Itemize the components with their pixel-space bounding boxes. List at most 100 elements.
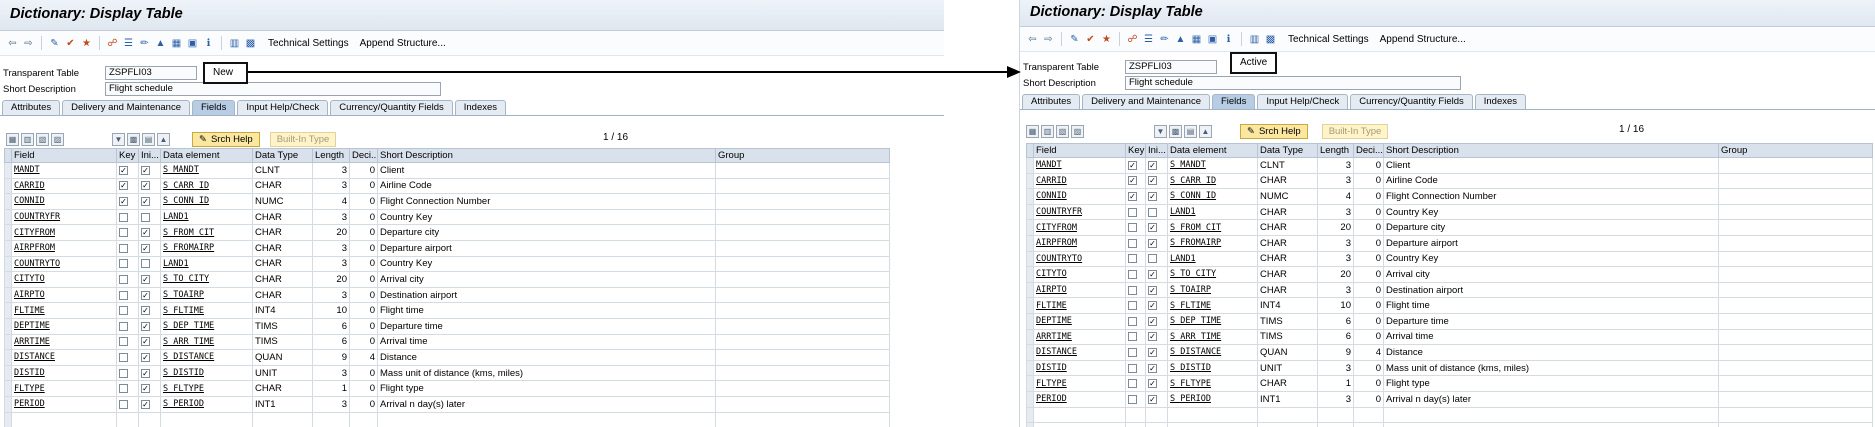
- table-row[interactable]: CONNID S_CONN_IDNUMC40Flight Connection N…: [1026, 188, 1873, 205]
- key-checkbox[interactable]: [119, 368, 128, 378]
- field-name-cell[interactable]: DISTANCE: [11, 349, 117, 366]
- table-row[interactable]: DEPTIME S_DEP_TIMETIMS60Departure time: [4, 317, 890, 335]
- insert-row-icon[interactable]: ▦: [6, 132, 19, 146]
- field-name-cell[interactable]: COUNTRYFR: [11, 208, 117, 226]
- row-selector[interactable]: [4, 302, 12, 319]
- initial-values-checkbox[interactable]: [141, 352, 150, 362]
- tab-input-help-check[interactable]: Input Help/Check: [237, 100, 329, 115]
- col-header-length[interactable]: Length: [1317, 143, 1354, 158]
- data-element-cell[interactable]: S_MANDT: [160, 162, 253, 179]
- window-icon[interactable]: ▣: [186, 37, 199, 50]
- hierarchy-icon[interactable]: ▲: [154, 37, 167, 50]
- row-selector[interactable]: [1026, 281, 1034, 299]
- row-selector[interactable]: [4, 177, 12, 195]
- row-selector[interactable]: [1026, 328, 1034, 346]
- copy-icon[interactable]: ▨: [51, 132, 64, 146]
- data-element-cell[interactable]: S_FROMAIRP: [1167, 234, 1258, 252]
- initial-values-checkbox[interactable]: [1148, 223, 1157, 233]
- table-row[interactable]: DEPTIME S_DEP_TIMETIMS60Departure time: [1026, 312, 1873, 330]
- initial-values-checkbox[interactable]: [141, 259, 150, 269]
- key-checkbox[interactable]: [119, 259, 128, 269]
- table-row[interactable]: CITYFROM S_FROM_CITCHAR200Departure city: [4, 224, 890, 241]
- empty-cell[interactable]: [252, 411, 313, 427]
- delete-row-icon[interactable]: ▥: [1041, 124, 1054, 138]
- data-element-cell[interactable]: S_DISTID: [160, 364, 253, 382]
- data-element-cell[interactable]: S_TO_CITY: [1167, 266, 1258, 283]
- key-checkbox[interactable]: [119, 228, 128, 238]
- initial-values-checkbox[interactable]: [141, 337, 150, 347]
- built-in-type-button[interactable]: Built-In Type: [1321, 123, 1389, 139]
- row-selector[interactable]: [4, 162, 12, 179]
- table-row[interactable]: PERIOD S_PERIODINT130Arrival n day(s) lat…: [4, 395, 890, 413]
- where-used-icon[interactable]: ☍: [1126, 33, 1139, 46]
- data-element-cell[interactable]: S_FLTIME: [1167, 297, 1258, 314]
- table-row[interactable]: AIRPTO S_TOAIRPCHAR30Destination airport: [4, 286, 890, 304]
- initial-values-checkbox[interactable]: [141, 290, 150, 300]
- row-selector[interactable]: [1026, 266, 1034, 283]
- empty-cell[interactable]: [1383, 406, 1719, 424]
- col-header-data-type[interactable]: Data Type: [252, 148, 313, 163]
- table-settings-icon[interactable]: ▤: [1184, 124, 1197, 138]
- field-name-cell[interactable]: PERIOD: [11, 395, 117, 413]
- where-used-icon[interactable]: ☍: [106, 37, 119, 50]
- key-checkbox[interactable]: [119, 306, 128, 316]
- key-checkbox[interactable]: [1128, 316, 1137, 326]
- field-name-cell[interactable]: PERIOD: [1033, 390, 1126, 408]
- table-row[interactable]: AIRPFROM S_FROMAIRPCHAR30Departure airpor…: [1026, 234, 1873, 252]
- row-selector[interactable]: [4, 349, 12, 366]
- table-row[interactable]: DISTANCE S_DISTANCEQUAN94Distance: [1026, 344, 1873, 361]
- tab-delivery-maintenance[interactable]: Delivery and Maintenance: [62, 100, 190, 115]
- field-name-cell[interactable]: AIRPFROM: [11, 239, 117, 257]
- srch-help-button[interactable]: ✎ Srch Help: [192, 131, 260, 147]
- key-checkbox[interactable]: [119, 274, 128, 284]
- field-name-cell[interactable]: AIRPTO: [11, 286, 117, 304]
- field-name-cell[interactable]: AIRPFROM: [1033, 234, 1126, 252]
- insert-row-icon[interactable]: ▦: [1026, 124, 1039, 138]
- table-row[interactable]: CARRID S_CARR_IDCHAR30Airline Code: [1026, 172, 1873, 190]
- activate-icon[interactable]: ★: [80, 37, 93, 50]
- data-element-cell[interactable]: S_DISTANCE: [1167, 344, 1258, 361]
- edit-icon[interactable]: ✏: [138, 37, 151, 50]
- details-icon[interactable]: ▩: [127, 132, 140, 146]
- table-row[interactable]: COUNTRYFR LAND1 CHAR 3 0 Country Key: [4, 208, 890, 226]
- tab-delivery-maintenance[interactable]: Delivery and Maintenance: [1082, 94, 1210, 109]
- col-header-short-description[interactable]: Short Description: [1383, 143, 1719, 158]
- field-name-cell[interactable]: COUNTRYTO: [1033, 250, 1126, 268]
- empty-cell[interactable]: [1718, 422, 1873, 427]
- col-header-initial[interactable]: Ini...: [1145, 143, 1168, 158]
- select-all-cell[interactable]: [4, 148, 12, 163]
- table-icon[interactable]: ▩: [244, 37, 257, 50]
- col-header-field[interactable]: Field: [1033, 143, 1126, 158]
- key-checkbox[interactable]: [119, 165, 128, 175]
- field-name-cell[interactable]: DEPTIME: [11, 317, 117, 335]
- data-element-cell[interactable]: S_FLTYPE: [160, 380, 253, 397]
- data-element-cell[interactable]: LAND1: [1167, 203, 1258, 221]
- row-selector[interactable]: [1026, 203, 1034, 221]
- key-checkbox[interactable]: [119, 321, 128, 331]
- key-checkbox[interactable]: [1128, 160, 1137, 170]
- row-selector[interactable]: [1026, 344, 1034, 361]
- initial-values-checkbox[interactable]: [141, 181, 150, 191]
- data-element-cell[interactable]: S_DISTID: [1167, 359, 1258, 377]
- forward-arrow-icon[interactable]: ⇨: [22, 37, 35, 50]
- table-row[interactable]: CITYTO S_TO_CITYCHAR200Arrival city: [4, 271, 890, 288]
- row-selector[interactable]: [4, 193, 12, 210]
- table-row[interactable]: FLTYPE S_FLTYPECHAR10Flight type: [4, 380, 890, 397]
- empty-table-row[interactable]: [4, 411, 890, 427]
- empty-cell[interactable]: [1145, 422, 1168, 427]
- initial-values-checkbox[interactable]: [141, 321, 150, 331]
- table-row[interactable]: CITYTO S_TO_CITYCHAR200Arrival city: [1026, 266, 1873, 283]
- row-selector[interactable]: [1026, 375, 1034, 392]
- empty-cell[interactable]: [1033, 422, 1126, 427]
- key-checkbox[interactable]: [1128, 269, 1137, 279]
- key-checkbox[interactable]: [1128, 176, 1137, 186]
- key-checkbox[interactable]: [119, 243, 128, 253]
- initial-values-checkbox[interactable]: [1148, 347, 1157, 357]
- field-name-cell[interactable]: FLTYPE: [11, 380, 117, 397]
- filter-icon[interactable]: ▼: [112, 132, 125, 146]
- empty-cell[interactable]: [138, 411, 161, 427]
- append-structure-button[interactable]: Append Structure...: [360, 38, 446, 49]
- empty-cell[interactable]: [312, 411, 350, 427]
- row-selector[interactable]: [1026, 359, 1034, 377]
- tab-indexes[interactable]: Indexes: [454, 100, 507, 115]
